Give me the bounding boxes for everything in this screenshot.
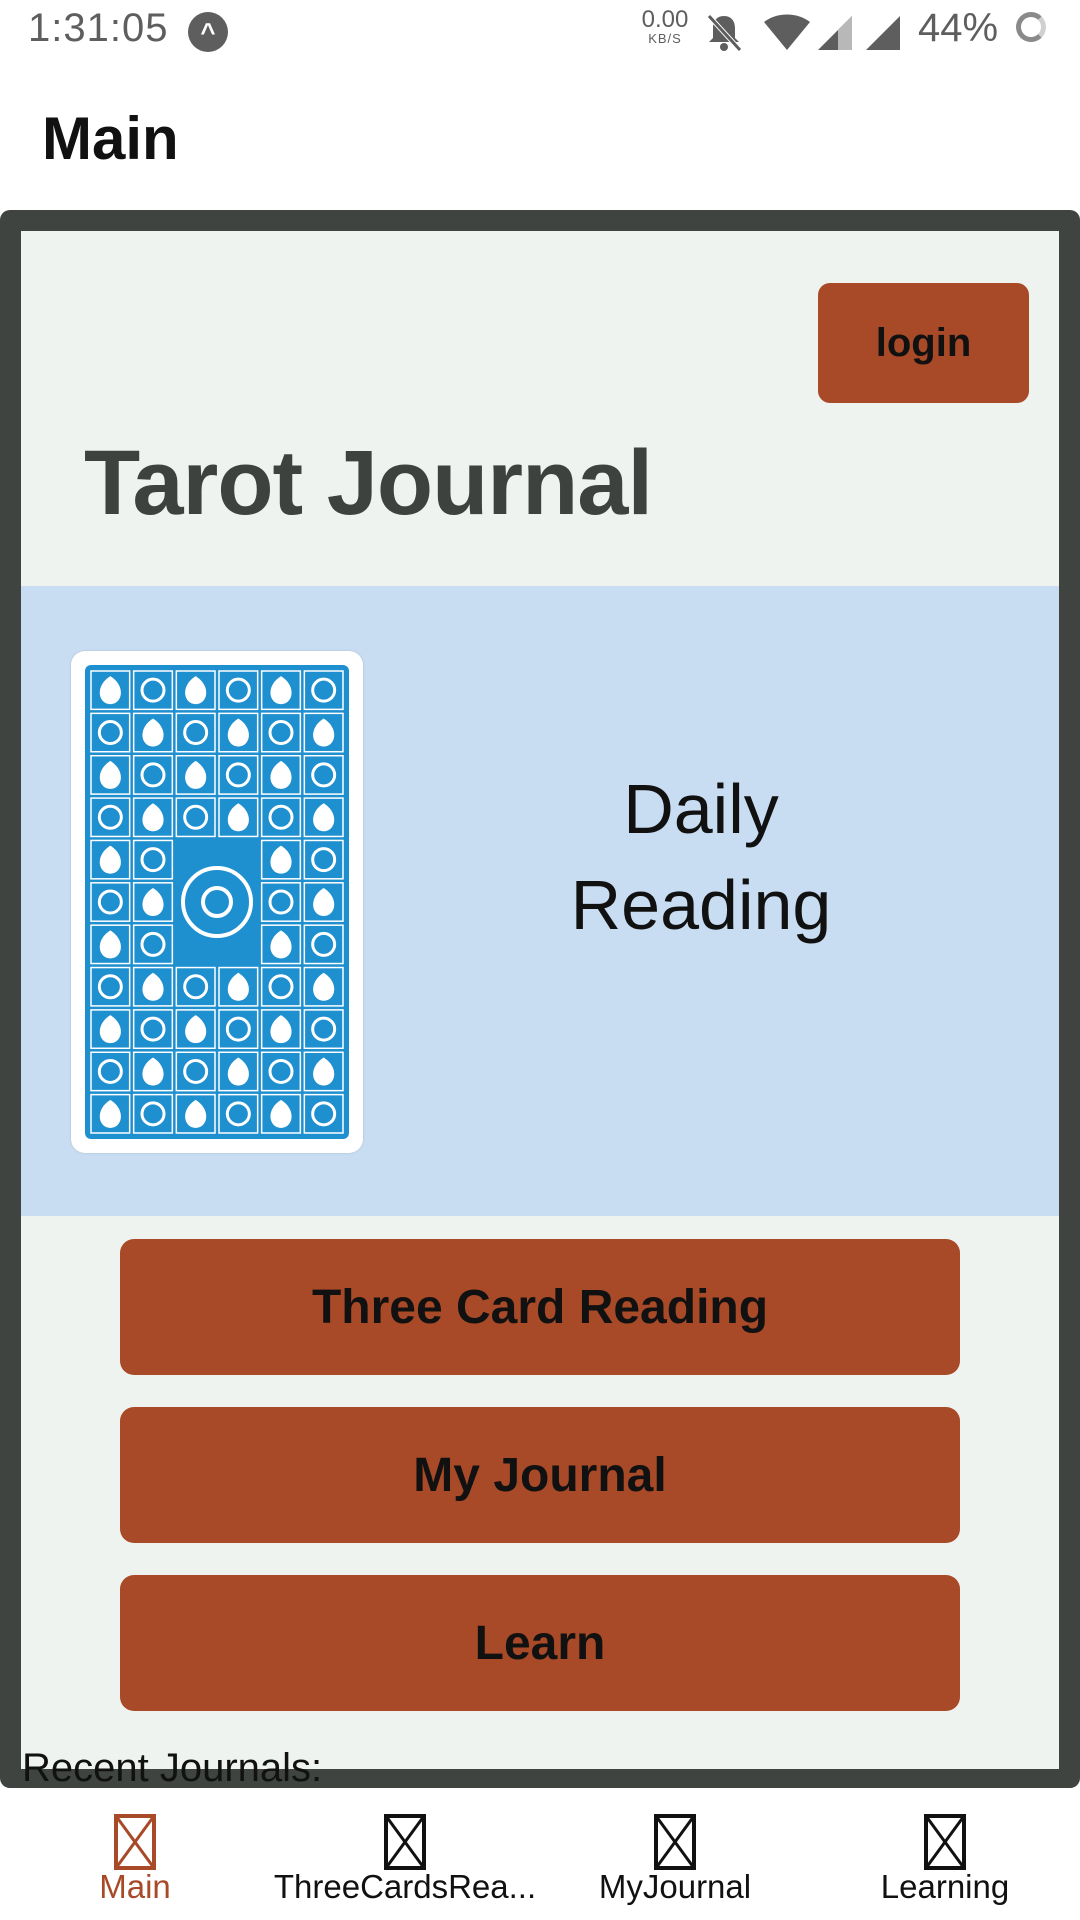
daily-reading-panel[interactable]: Daily Reading bbox=[21, 586, 1059, 1216]
recent-journals-label: Recent Journals: bbox=[22, 1746, 323, 1790]
tarot-card-back-image bbox=[71, 651, 363, 1153]
tab-label: Learning bbox=[880, 1868, 1010, 1905]
daily-reading-label: Daily Reading bbox=[521, 761, 881, 953]
three-card-reading-button[interactable]: Three Card Reading bbox=[120, 1239, 960, 1375]
daily-reading-line2: Reading bbox=[570, 866, 832, 944]
bottom-tab-bar: Main ThreeCardsRea... MyJournal Learning bbox=[0, 1788, 1080, 1920]
network-speed-unit: KB/S bbox=[648, 31, 682, 46]
page-title: Main bbox=[42, 105, 179, 172]
login-button[interactable]: login bbox=[818, 283, 1029, 403]
tab-learning[interactable]: Learning bbox=[810, 1788, 1080, 1920]
wifi-icon bbox=[764, 14, 810, 50]
battery-percent: 44% bbox=[918, 6, 999, 50]
app-title: Tarot Journal bbox=[84, 432, 653, 534]
network-speed-value: 0.00 bbox=[641, 6, 689, 33]
tab-three-cards-reading[interactable]: ThreeCardsRea... bbox=[270, 1788, 540, 1920]
signal-icon bbox=[866, 16, 900, 50]
broken-image-icon bbox=[654, 1814, 696, 1870]
bell-off-icon bbox=[707, 14, 742, 52]
network-speed: 0.00 KB/S bbox=[640, 6, 690, 46]
broken-image-icon bbox=[924, 1814, 966, 1870]
app-notification-icon: ^ bbox=[188, 12, 228, 52]
broken-image-icon bbox=[384, 1814, 426, 1870]
broken-image-icon bbox=[114, 1814, 156, 1870]
my-journal-button[interactable]: My Journal bbox=[120, 1407, 960, 1543]
status-bar: 1:31:05 ^ 0.00 KB/S 44% bbox=[0, 0, 1080, 64]
app-header: Main bbox=[0, 64, 1080, 210]
daily-reading-line1: Daily bbox=[623, 770, 779, 848]
content-area: login Tarot Journal Daily Reading Three … bbox=[21, 231, 1059, 1769]
signal-icon bbox=[818, 16, 852, 50]
tab-label: MyJournal bbox=[598, 1868, 752, 1905]
tarot-card-back-icon bbox=[85, 665, 349, 1139]
tab-label: Main bbox=[99, 1868, 171, 1905]
learn-button[interactable]: Learn bbox=[120, 1575, 960, 1711]
tab-main[interactable]: Main bbox=[0, 1788, 270, 1920]
content-frame: login Tarot Journal Daily Reading Three … bbox=[0, 210, 1080, 1788]
tab-label: ThreeCardsRea... bbox=[273, 1868, 537, 1905]
tab-my-journal[interactable]: MyJournal bbox=[540, 1788, 810, 1920]
battery-icon bbox=[1016, 12, 1046, 42]
status-time: 1:31:05 bbox=[28, 6, 169, 50]
